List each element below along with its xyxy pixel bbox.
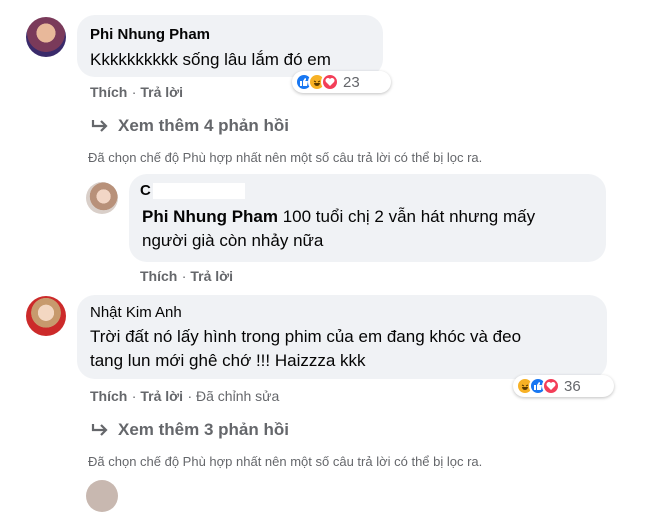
view-more-label[interactable]: Xem thêm 4 phản hồi (118, 116, 289, 136)
avatar-reply-user[interactable] (86, 182, 118, 214)
reply-actions: Thích · Trả lời (140, 268, 233, 286)
like-button[interactable]: Thích (90, 388, 127, 404)
reply-button[interactable]: Trả lời (190, 268, 233, 284)
tagged-user[interactable]: Phi Nhung Pham (142, 207, 278, 226)
reaction-summary[interactable]: 23 (292, 71, 391, 93)
comment-bubble: Phi Nhung Pham Kkkkkkkkkk sống lâu lắm đ… (77, 15, 383, 77)
like-button[interactable]: Thích (140, 268, 177, 284)
reply-author[interactable]: C (140, 182, 245, 199)
avatar-next-reply[interactable] (86, 480, 118, 512)
reply-text-line2: người già còn nhảy nữa (142, 231, 324, 250)
reaction-count: 36 (564, 377, 581, 395)
filter-notice: Đã chọn chế độ Phù hợp nhất nên một số c… (88, 454, 483, 469)
reaction-summary[interactable]: 36 (513, 375, 614, 397)
separator-dot: · (187, 388, 197, 404)
edited-label[interactable]: Đã chỉnh sửa (196, 388, 279, 404)
avatar-phi-nhung-pham[interactable] (26, 17, 66, 57)
reply-arrow-icon (90, 118, 110, 134)
reply-button[interactable]: Trả lời (140, 388, 183, 404)
comment-text: Kkkkkkkkkk sống lâu lắm đó em (90, 50, 331, 69)
avatar-nhat-kim-anh[interactable] (26, 296, 66, 336)
filter-notice: Đã chọn chế độ Phù hợp nhất nên một số c… (88, 150, 483, 165)
comment-author[interactable]: Phi Nhung Pham (90, 26, 210, 43)
reply-text: Phi Nhung Pham 100 tuổi chị 2 vẫn hát nh… (142, 205, 602, 253)
redacted-name (152, 182, 245, 199)
like-button[interactable]: Thích (90, 84, 127, 100)
love-icon (542, 377, 560, 395)
comment-author[interactable]: Nhật Kim Anh (90, 304, 182, 321)
comment-actions: Thích · Trả lời (90, 84, 183, 102)
reaction-count: 23 (343, 73, 360, 91)
comment-bubble: Nhật Kim Anh Trời đất nó lấy hình trong … (77, 295, 607, 379)
reply-bubble: C Phi Nhung Pham 100 tuổi chị 2 vẫn hát … (129, 174, 606, 262)
reply-button[interactable]: Trả lời (140, 84, 183, 100)
reply-text-line1: 100 tuổi chị 2 vẫn hát nhưng mấy (278, 207, 536, 226)
comment-text: Trời đất nó lấy hình trong phim của em đ… (90, 325, 602, 373)
reply-arrow-icon (90, 422, 110, 438)
reply-author-initial[interactable]: C (140, 182, 151, 199)
view-more-replies[interactable]: Xem thêm 4 phản hồi (90, 116, 289, 136)
view-more-replies[interactable]: Xem thêm 3 phản hồi (90, 420, 289, 440)
comment-text-line2: tang lun mới ghê chớ !!! Haizzza kkk (90, 351, 366, 370)
love-icon (321, 73, 339, 91)
comment-actions: Thích · Trả lời · Đã chỉnh sửa (90, 388, 279, 406)
view-more-label[interactable]: Xem thêm 3 phản hồi (118, 420, 289, 440)
comment-text-line1: Trời đất nó lấy hình trong phim của em đ… (90, 327, 522, 346)
